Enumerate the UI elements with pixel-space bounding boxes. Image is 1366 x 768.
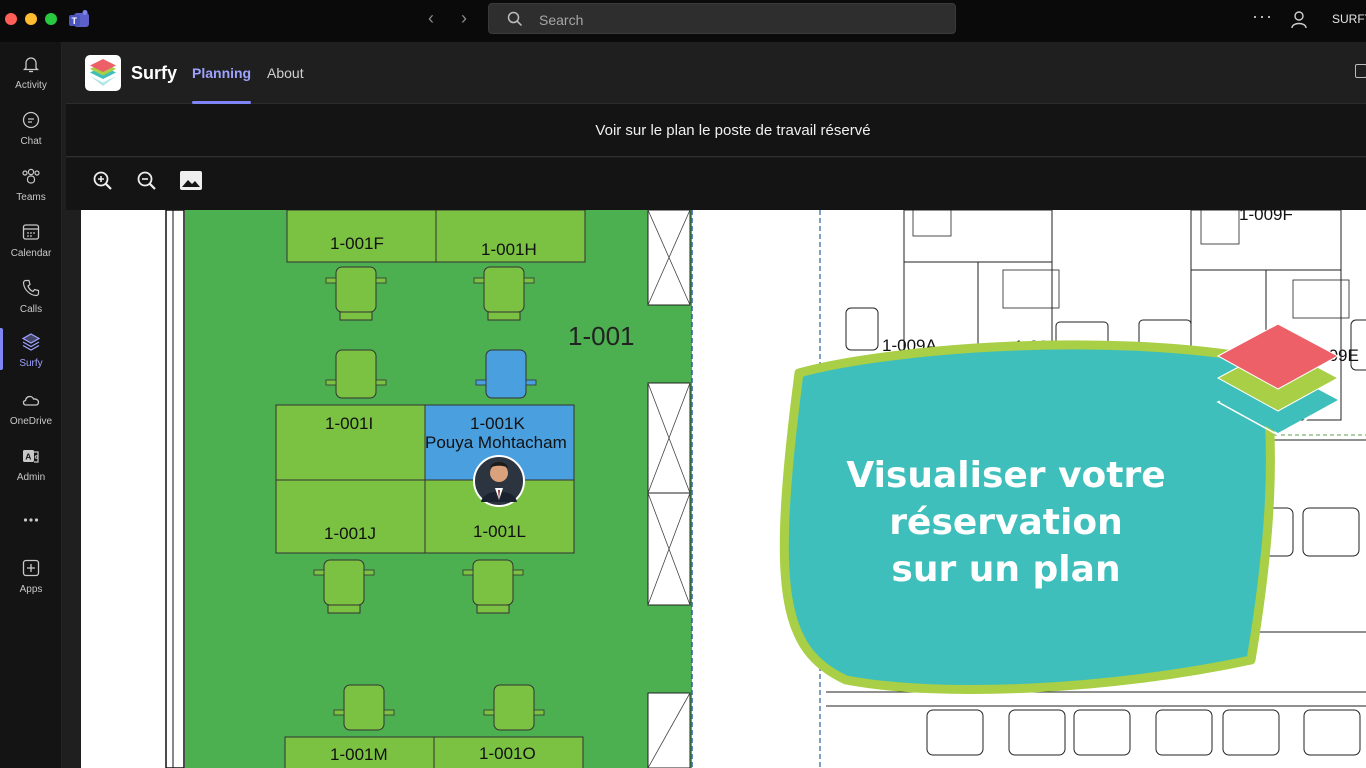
rail-item-teams[interactable]: Teams [0, 158, 62, 214]
chair-row [926, 709, 1361, 756]
maximize-window-button[interactable] [45, 13, 57, 25]
calendar-icon [22, 224, 40, 240]
rail-label: Teams [16, 192, 46, 203]
rail-label: Calendar [10, 248, 52, 259]
rail-item-calls[interactable]: Calls [0, 270, 62, 326]
rail-item-calendar[interactable]: Calendar [0, 214, 62, 270]
desk-label-i: 1-001I [325, 414, 373, 433]
rail-item-onedrive[interactable]: OneDrive [0, 382, 62, 438]
zoom-out-icon[interactable] [134, 168, 160, 194]
teams-icon [22, 168, 40, 184]
surfy-logo-icon [90, 59, 116, 86]
back-arrow-icon[interactable]: ‹ [428, 8, 434, 29]
cloud-icon [22, 395, 40, 406]
surfy-layers-icon [21, 333, 41, 351]
callout-line-2: réservation [889, 502, 1122, 543]
chat-icon [22, 111, 40, 129]
desk-label-l: 1-001L [473, 522, 526, 541]
zoom-in-icon[interactable] [90, 168, 116, 194]
rail-item-activity[interactable]: Activity [0, 46, 62, 102]
instruction-text: Voir sur le plan le poste de travail rés… [595, 122, 871, 139]
tab-about[interactable]: About [267, 65, 304, 81]
wall [165, 210, 185, 768]
desk-label-o: 1-001O [479, 744, 536, 763]
desk-label-k: 1-001K [470, 414, 525, 433]
svg-text:T: T [72, 16, 78, 26]
app-rail: Activity Chat Teams Calendar Calls Surfy… [0, 42, 62, 768]
rail-item-admin[interactable]: A Admin [0, 438, 62, 494]
app-header: Surfy Planning About [66, 42, 1366, 104]
user-name[interactable]: SURFY [1332, 12, 1366, 26]
reserved-user-name: Pouya Mohtacham [425, 433, 567, 452]
more-options-icon[interactable]: ··· [1252, 6, 1273, 27]
map-toolbar [66, 158, 1366, 210]
search-icon [507, 11, 523, 27]
desk-label-1-009f: 1-009F [1239, 210, 1293, 224]
close-window-button[interactable] [5, 13, 17, 25]
desk-label-f: 1-001F [330, 234, 384, 253]
teams-logo-icon: T [69, 10, 89, 27]
promo-callout: Visualiser votre réservation sur un plan [779, 340, 1275, 694]
search-placeholder: Search [539, 12, 584, 28]
more-icon [23, 518, 39, 522]
popout-icon[interactable] [1355, 64, 1366, 78]
search-bar[interactable]: Search [488, 3, 956, 34]
desk-label-h: 1-001H [481, 240, 537, 259]
phone-icon [22, 279, 40, 297]
forward-arrow-icon[interactable]: › [461, 8, 467, 29]
rail-item-chat[interactable]: Chat [0, 102, 62, 158]
rail-label: Activity [15, 80, 47, 91]
admin-icon: A [23, 450, 39, 463]
title-bar: T ‹ › Search ··· SURFY [0, 0, 1366, 42]
instruction-banner: Voir sur le plan le poste de travail rés… [66, 104, 1366, 157]
floor-plan-drawing: 1-001F 1-001H 1-001 1-001I 1-001K Pouya … [165, 210, 1366, 768]
image-icon[interactable] [178, 168, 204, 194]
callout-line-3: sur un plan [891, 549, 1120, 590]
minimize-window-button[interactable] [25, 13, 37, 25]
rail-label: Admin [16, 472, 46, 483]
room-label: 1-001 [568, 321, 635, 351]
desk-label-m: 1-001M [330, 745, 388, 764]
app-name: Surfy [131, 63, 178, 83]
plus-square-icon [22, 559, 40, 577]
bell-icon [22, 57, 40, 73]
user-settings-icon[interactable] [1290, 10, 1310, 30]
rail-label: Chat [20, 136, 42, 147]
svg-text:A: A [25, 452, 31, 462]
rail-label: Calls [19, 304, 43, 315]
avatar[interactable] [473, 455, 525, 507]
rail-item-surfy[interactable]: Surfy [0, 324, 62, 380]
rail-label: Apps [19, 584, 43, 595]
callout-line-1: Visualiser votre [846, 455, 1165, 496]
tab-planning[interactable]: Planning [192, 65, 251, 81]
surfy-logo [85, 55, 121, 91]
floor-plan[interactable]: 1-001F 1-001H 1-001 1-001I 1-001K Pouya … [81, 210, 1366, 768]
rail-label: OneDrive [9, 416, 53, 427]
desk-label-j: 1-001J [324, 524, 376, 543]
rail-item-apps[interactable]: Apps [0, 550, 62, 606]
rail-label: Surfy [19, 358, 43, 369]
